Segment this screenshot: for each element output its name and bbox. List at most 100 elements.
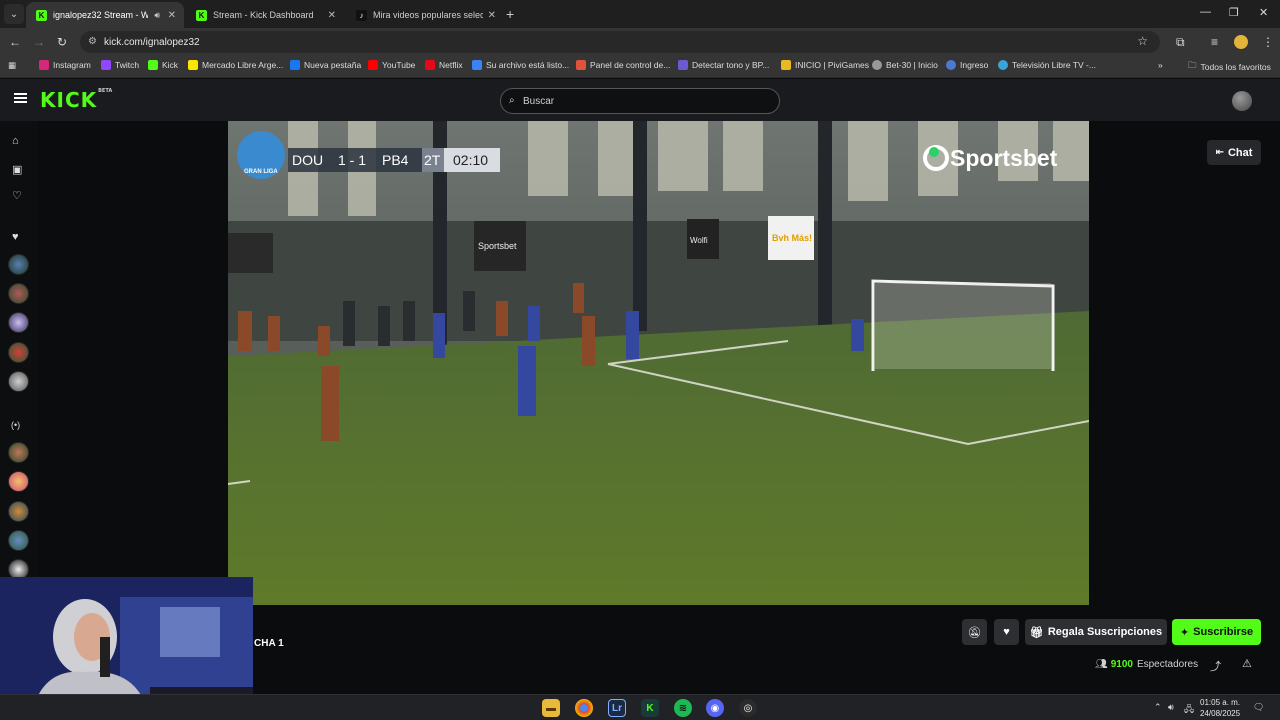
stream-title: CHA 1 bbox=[254, 638, 284, 649]
svg-text:GRAN LIGA: GRAN LIGA bbox=[244, 169, 278, 175]
discord-icon[interactable]: ◉ bbox=[706, 699, 724, 717]
browser-tab-strip: ⌄ K ignalopez32 Stream - Watch 🔊︎ ✕ K St… bbox=[0, 0, 1280, 28]
tab-title: Mira videos populares seleccio bbox=[373, 10, 483, 20]
kick-app-icon[interactable]: K bbox=[641, 699, 659, 717]
clock-date: 24/08/2025 bbox=[1200, 709, 1241, 718]
network-icon[interactable]: 🖧 bbox=[1184, 702, 1194, 718]
tab-title: ignalopez32 Stream - Watch bbox=[53, 10, 148, 20]
chrome-icon[interactable] bbox=[575, 699, 593, 717]
following-heart-icon[interactable]: ♡ bbox=[12, 189, 22, 202]
instagram-icon bbox=[39, 60, 49, 70]
share-icon[interactable]: ⤴ bbox=[1210, 658, 1221, 674]
url-input[interactable]: ⚙︎ kick.com/ignalopez32 ☆ bbox=[80, 31, 1160, 53]
close-icon[interactable]: ✕ bbox=[328, 10, 336, 21]
file-explorer-icon[interactable]: ▬ bbox=[542, 699, 560, 717]
browse-icon[interactable]: ▣ bbox=[12, 163, 22, 176]
collapse-chat-icon: ⇤ bbox=[1215, 147, 1224, 158]
lightroom-icon[interactable]: Lr bbox=[608, 699, 626, 717]
subscribe-button[interactable]: ✦ Suscribirse bbox=[1172, 619, 1261, 645]
spotify-icon[interactable]: ≋ bbox=[674, 699, 692, 717]
bookmark-bet30[interactable]: Bet-30 | Inicio bbox=[872, 60, 938, 70]
more-menu-icon[interactable]: ⋮ bbox=[1262, 35, 1274, 49]
close-window-button[interactable]: ✕ bbox=[1259, 6, 1268, 19]
gift-label: Regala Suscripciones bbox=[1047, 626, 1163, 638]
bookmark-mercado-libre[interactable]: Mercado Libre Arge... bbox=[188, 60, 283, 70]
chevron-right-icon[interactable]: » bbox=[1158, 60, 1163, 70]
recommended-channel-avatar[interactable] bbox=[8, 442, 29, 463]
bookmark-ingreso[interactable]: Ingreso bbox=[946, 60, 988, 70]
close-icon[interactable]: ✕ bbox=[168, 10, 176, 21]
recommended-channel-avatar[interactable] bbox=[8, 501, 29, 522]
youtube-icon bbox=[368, 60, 378, 70]
gift-subs-button[interactable]: 🎁︎ Regala Suscripciones bbox=[1025, 619, 1167, 645]
report-warning-icon[interactable]: ⚠ bbox=[1242, 657, 1252, 670]
search-input[interactable]: ⌕ Buscar bbox=[500, 88, 780, 114]
back-arrow-icon[interactable]: ← bbox=[9, 35, 21, 49]
notifications-off-button[interactable]: 🔕︎ bbox=[962, 619, 987, 645]
bookmark-pivigames[interactable]: INICIO | PiviGames bbox=[781, 60, 869, 70]
bookmark-detectar-tono[interactable]: Detectar tono y BP... bbox=[678, 60, 769, 70]
followed-channel-avatar[interactable] bbox=[8, 371, 29, 392]
home-icon[interactable]: ⌂ bbox=[12, 135, 19, 147]
chat-toggle-button[interactable]: ⇤ Chat bbox=[1207, 140, 1261, 165]
heart-icon: ♥ bbox=[1003, 626, 1010, 638]
bookmark-panel-control[interactable]: Panel de control de... bbox=[576, 60, 670, 70]
apps-grid-icon[interactable]: ▦ bbox=[8, 60, 16, 71]
bookmark-netflix[interactable]: Netflix bbox=[425, 60, 463, 70]
minimize-button[interactable]: — bbox=[1200, 6, 1211, 18]
volume-icon[interactable]: 🔊︎ bbox=[1168, 702, 1174, 713]
followed-channel-avatar[interactable] bbox=[8, 254, 29, 275]
tab-search-button[interactable]: ⌄ bbox=[4, 4, 24, 24]
follow-button[interactable]: ♥ bbox=[994, 619, 1019, 645]
media-control-icon[interactable]: ≡ bbox=[1211, 35, 1218, 49]
followed-channel-avatar[interactable] bbox=[8, 283, 29, 304]
tray-chevron-icon[interactable]: ⌃ bbox=[1154, 702, 1162, 713]
recommended-channel-avatar[interactable] bbox=[8, 471, 29, 492]
bookmark-kick[interactable]: Kick bbox=[148, 60, 178, 70]
close-icon[interactable]: ✕ bbox=[488, 10, 496, 21]
obs-icon[interactable]: ◎ bbox=[739, 699, 757, 717]
kick-logo[interactable]: KICKBETA bbox=[40, 88, 112, 112]
bookmark-nueva-pestana[interactable]: Nueva pestaña bbox=[290, 60, 361, 70]
all-bookmarks-folder[interactable]: 🗀 Todos los favoritos bbox=[1188, 60, 1271, 74]
bookmark-youtube[interactable]: YouTube bbox=[368, 60, 415, 70]
restore-button[interactable]: ❐ bbox=[1229, 6, 1239, 19]
sparkle-icon: ✦ bbox=[1179, 626, 1190, 639]
pivigames-icon bbox=[781, 60, 791, 70]
bookmark-archivo[interactable]: Su archivo está listo... bbox=[472, 60, 569, 70]
music-icon bbox=[678, 60, 688, 70]
panel-icon bbox=[576, 60, 586, 70]
followed-channel-avatar[interactable] bbox=[8, 342, 29, 363]
user-avatar[interactable] bbox=[1232, 91, 1252, 111]
bookmark-twitch[interactable]: Twitch bbox=[101, 60, 139, 70]
site-info-icon[interactable]: ⚙︎ bbox=[88, 36, 97, 47]
clock-time: 01:05 a. m. bbox=[1200, 698, 1241, 707]
recommended-channel-avatar[interactable] bbox=[8, 530, 29, 551]
notifications-icon[interactable]: 🗨︎ bbox=[1253, 702, 1264, 713]
tab-tiktok[interactable]: ♪ Mira videos populares seleccio ✕ bbox=[346, 2, 504, 28]
video-player[interactable]: Sportsbet Wolfi Bvh Más! GRAN LIGA DOU 1… bbox=[228, 121, 1089, 605]
profile-avatar-icon[interactable] bbox=[1234, 35, 1248, 49]
hamburger-menu-icon[interactable] bbox=[14, 93, 27, 103]
windows-taskbar: ▬ Lr K ≋ ◉ ◎ ⌃ 🔊︎ 🖧 01:05 a. m. 24/08/20… bbox=[0, 694, 1280, 720]
folder-icon: 🗀 bbox=[1188, 60, 1197, 70]
bookmark-star-icon[interactable]: ☆ bbox=[1137, 34, 1148, 48]
globe-icon bbox=[946, 60, 956, 70]
extensions-icon[interactable]: ⧉ bbox=[1176, 35, 1185, 50]
tab-kick-dashboard[interactable]: K Stream - Kick Dashboard ✕ bbox=[186, 2, 344, 28]
stream-video-frame: Sportsbet Wolfi Bvh Más! GRAN LIGA DOU 1… bbox=[228, 121, 1089, 605]
followed-channel-avatar[interactable] bbox=[8, 312, 29, 333]
speaker-icon[interactable]: 🔊︎ bbox=[154, 10, 160, 21]
system-clock[interactable]: 01:05 a. m. 24/08/2025 bbox=[1200, 697, 1240, 719]
followed-heart-icon: ♥ bbox=[12, 231, 19, 243]
tab-kick-stream[interactable]: K ignalopez32 Stream - Watch 🔊︎ ✕ bbox=[26, 2, 184, 28]
reload-icon[interactable]: ↻ bbox=[57, 35, 67, 49]
svg-text:Sportsbet: Sportsbet bbox=[478, 241, 517, 251]
gift-icon: 🎁︎ bbox=[1029, 626, 1044, 639]
facebook-icon bbox=[290, 60, 300, 70]
bookmark-instagram[interactable]: Instagram bbox=[39, 60, 91, 70]
forward-arrow-icon[interactable]: → bbox=[33, 35, 45, 49]
url-text: kick.com/ignalopez32 bbox=[104, 36, 200, 48]
new-tab-button[interactable]: + bbox=[506, 6, 514, 22]
bookmark-tv-libre[interactable]: Televisión Libre TV -... bbox=[998, 60, 1096, 70]
